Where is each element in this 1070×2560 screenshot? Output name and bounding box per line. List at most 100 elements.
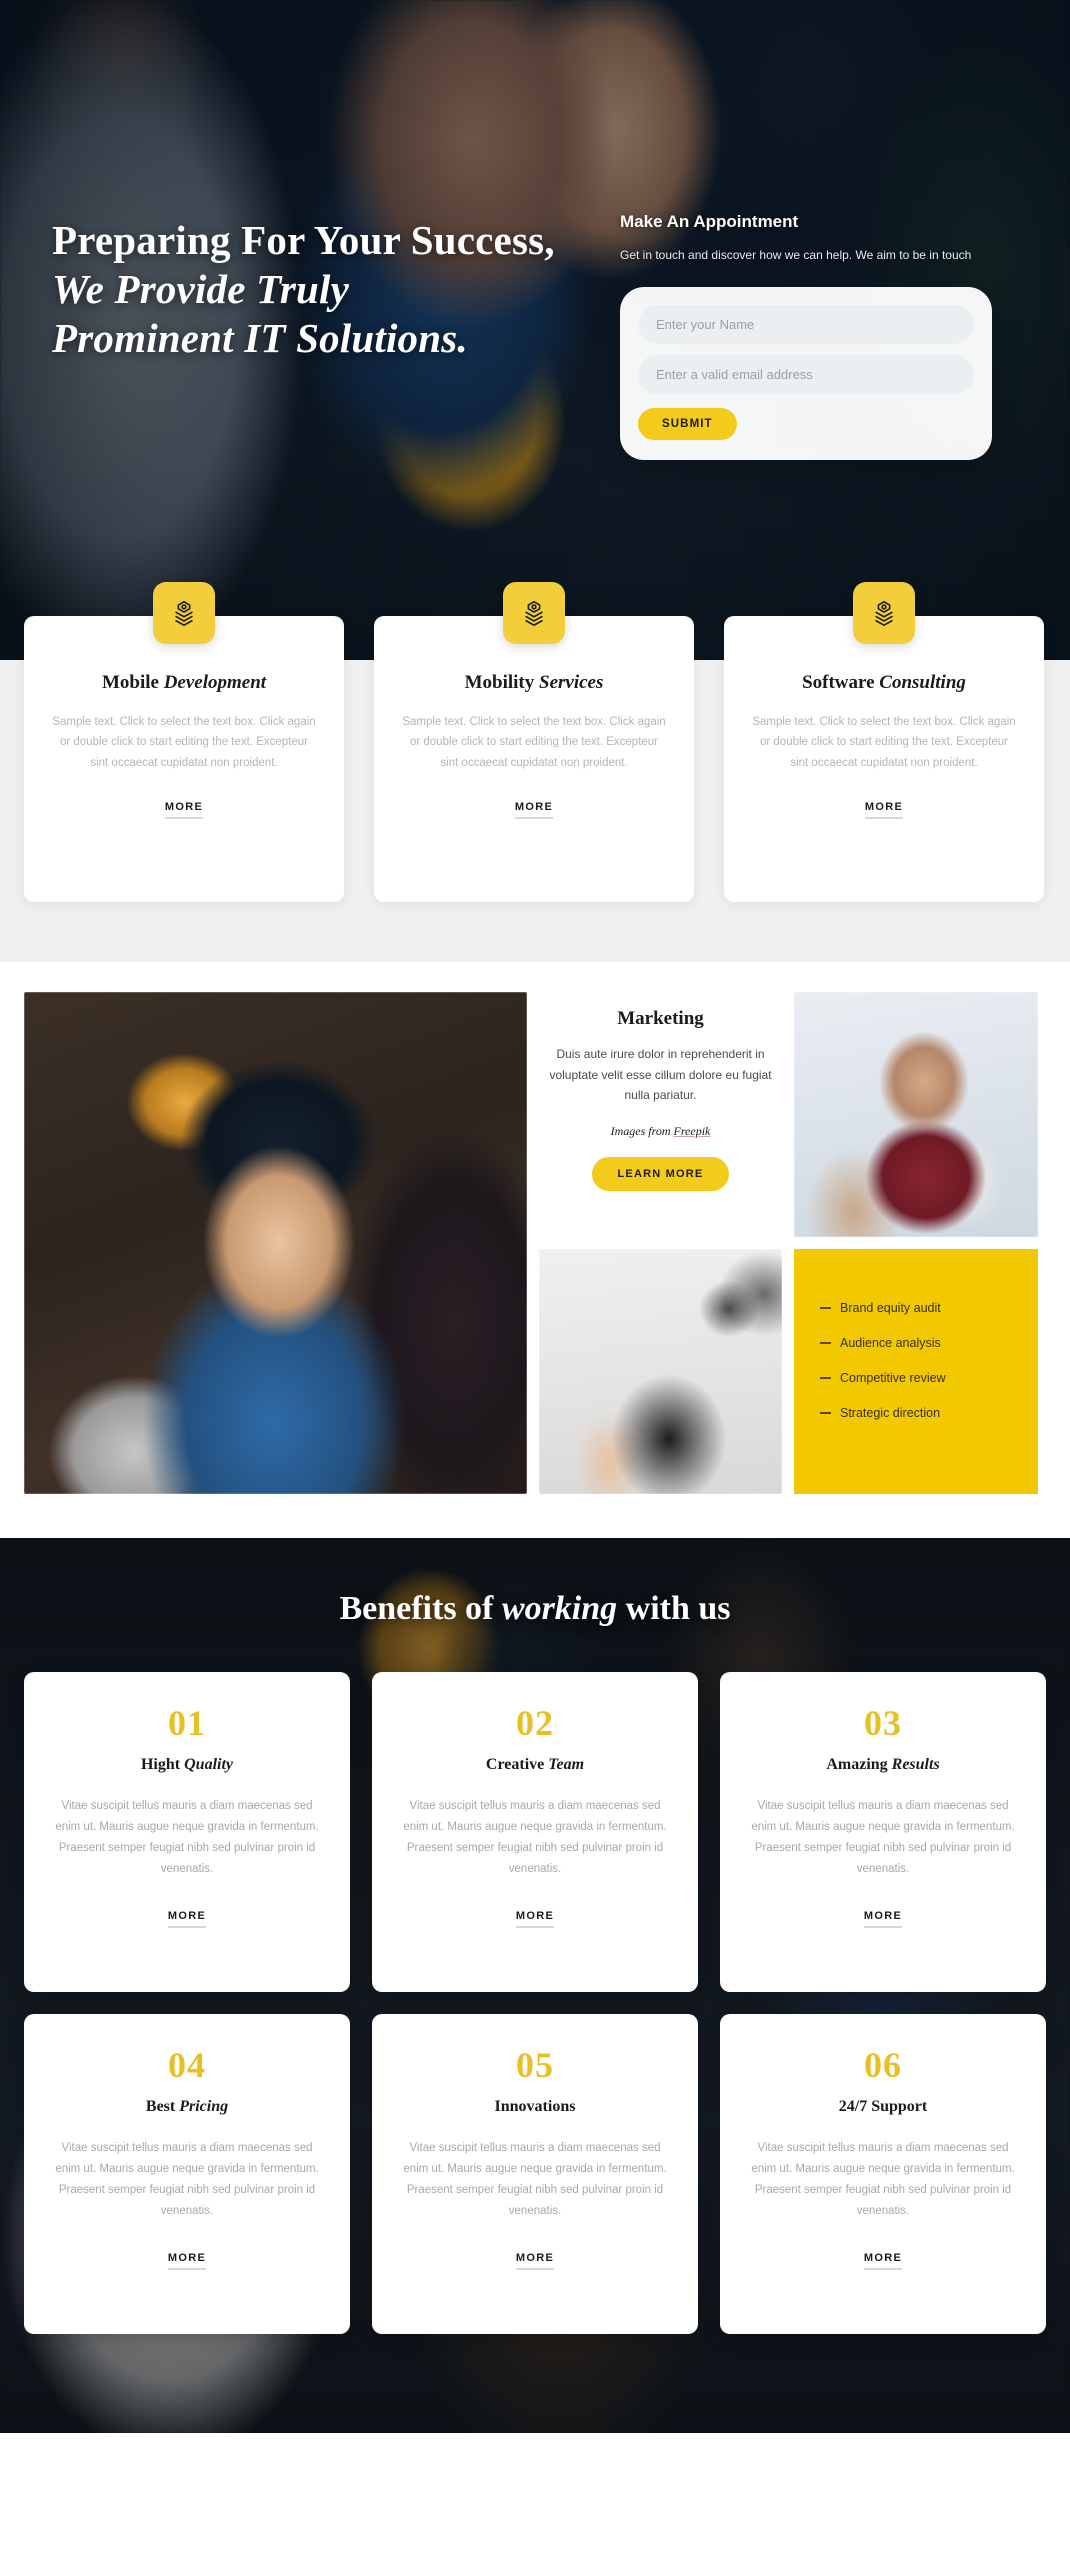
service-more-link[interactable]: MORE — [864, 801, 904, 820]
marketing-section: Marketing Duis aute irure dolor in repre… — [0, 962, 1070, 1538]
layers-stack-icon — [853, 582, 915, 644]
service-card[interactable]: Software Consulting Sample text. Click t… — [724, 582, 1044, 902]
service-title: Mobile Development — [50, 672, 318, 694]
landing-page: Preparing For Your Success, We Provide T… — [0, 0, 1070, 2560]
benefit-more-link[interactable]: MORE — [167, 1910, 207, 1928]
list-item: Audience analysis — [820, 1336, 1038, 1350]
marketing-desk-image — [539, 1249, 782, 1494]
benefit-title-bold: Hight — [140, 1756, 181, 1773]
benefits-heading: Benefits of working with us — [24, 1590, 1046, 1628]
dash-icon — [820, 1342, 831, 1344]
hero-title-line-2: Success, — [410, 217, 555, 263]
benefit-card[interactable]: 05 Innovations Vitae suscipit tellus mau… — [372, 2014, 698, 2334]
marketing-title: Marketing — [617, 1008, 704, 1029]
layers-stack-icon — [153, 582, 215, 644]
service-description: Sample text. Click to select the text bo… — [402, 716, 666, 769]
list-item: Brand equity audit — [820, 1301, 1038, 1315]
benefit-card[interactable]: 03 Amazing Results Vitae suscipit tellus… — [720, 1672, 1046, 1992]
benefit-description: Vitae suscipit tellus mauris a diam maec… — [751, 2142, 1015, 2217]
service-card[interactable]: Mobile Development Sample text. Click to… — [24, 582, 344, 902]
benefit-more-link[interactable]: MORE — [167, 2252, 207, 2270]
service-more-link[interactable]: MORE — [514, 801, 554, 820]
benefit-number: 02 — [516, 1703, 554, 1743]
list-item-label: Competitive review — [840, 1371, 946, 1385]
benefit-title-bold: Creative — [485, 1756, 545, 1773]
list-item: Competitive review — [820, 1371, 1038, 1385]
benefit-title-bold: Amazing — [826, 1756, 888, 1773]
benefit-number: 05 — [516, 2045, 554, 2085]
submit-button[interactable]: SUBMIT — [638, 407, 737, 440]
benefit-number: 06 — [864, 2045, 902, 2085]
marketing-description: Duis aute irure dolor in reprehenderit i… — [549, 1047, 772, 1103]
appointment-heading: Make An Appointment — [620, 212, 799, 231]
benefit-number: 03 — [864, 1703, 902, 1743]
freepik-link[interactable]: Freepik — [674, 1124, 711, 1138]
hero-section: Preparing For Your Success, We Provide T… — [0, 0, 1070, 660]
services-card-grid: Mobile Development Sample text. Click to… — [24, 582, 1046, 902]
benefit-title-italic: Quality — [184, 1756, 233, 1773]
benefit-description: Vitae suscipit tellus mauris a diam maec… — [403, 1800, 667, 1875]
hero-title-line-3: We Provide Truly — [52, 266, 349, 313]
appointment-form: SUBMIT — [620, 286, 992, 460]
benefits-section: Benefits of working with us 01 Hight Qua… — [0, 1538, 1070, 2433]
service-title-italic: Services — [539, 672, 604, 693]
benefits-heading-italic: working — [501, 1590, 618, 1627]
benefit-more-link[interactable]: MORE — [863, 1910, 903, 1928]
benefit-more-link[interactable]: MORE — [515, 2252, 555, 2270]
benefit-title: Best Pricing — [52, 2098, 322, 2116]
benefit-title-italic: Pricing — [179, 2098, 229, 2115]
page-title: Preparing For Your Success, We Provide T… — [52, 216, 620, 364]
layers-stack-icon — [503, 582, 565, 644]
benefit-title: Amazing Results — [748, 1756, 1018, 1774]
list-item-label: Strategic direction — [840, 1406, 941, 1420]
benefit-description: Vitae suscipit tellus mauris a diam maec… — [751, 1800, 1015, 1875]
benefit-card[interactable]: 04 Best Pricing Vitae suscipit tellus ma… — [24, 2014, 350, 2334]
image-credit: Images from Freepik — [545, 1124, 776, 1139]
service-title: Mobility Services — [400, 672, 668, 694]
service-title-bold: Mobility — [464, 672, 535, 693]
benefit-title-italic: Team — [548, 1756, 585, 1773]
hero-title-line-1: Preparing For Your — [52, 217, 401, 263]
benefit-more-link[interactable]: MORE — [863, 2252, 903, 2270]
list-item-label: Brand equity audit — [840, 1301, 941, 1315]
benefits-heading-part1: Benefits of — [339, 1590, 502, 1627]
benefit-title: 24/7 Support — [748, 2098, 1018, 2116]
list-item: Strategic direction — [820, 1406, 1038, 1420]
benefit-title: Hight Quality — [52, 1756, 322, 1774]
hero-title-line-4: Prominent IT Solutions. — [52, 315, 468, 362]
marketing-handshake-image — [794, 992, 1038, 1237]
benefit-card[interactable]: 01 Hight Quality Vitae suscipit tellus m… — [24, 1672, 350, 1992]
credit-prefix: Images from — [610, 1123, 674, 1138]
benefit-number: 01 — [168, 1703, 206, 1743]
benefit-number: 04 — [168, 2045, 206, 2085]
benefit-title-bold: Innovations — [494, 2098, 576, 2115]
service-description: Sample text. Click to select the text bo… — [752, 716, 1016, 769]
service-title-bold: Mobile — [101, 672, 159, 693]
dash-icon — [820, 1307, 831, 1309]
hero-copy: Preparing For Your Success, We Provide T… — [0, 0, 620, 364]
benefit-card[interactable]: 06 24/7 Support Vitae suscipit tellus ma… — [720, 2014, 1046, 2334]
benefit-title: Creative Team — [400, 1756, 670, 1774]
benefits-heading-part2: with us — [617, 1590, 731, 1627]
benefit-title: Innovations — [400, 2098, 670, 2116]
appointment-subtext: Get in touch and discover how we can hel… — [620, 248, 972, 262]
benefit-title-italic: Results — [891, 1756, 940, 1773]
service-description: Sample text. Click to select the text bo… — [52, 716, 316, 769]
appointment-panel: Make An Appointment Get in touch and dis… — [620, 0, 1040, 460]
services-section: Mobile Development Sample text. Click to… — [0, 582, 1070, 962]
benefit-more-link[interactable]: MORE — [515, 1910, 555, 1928]
email-input[interactable] — [638, 354, 974, 394]
service-more-link[interactable]: MORE — [164, 801, 204, 820]
service-title-italic: Development — [163, 672, 267, 693]
name-input[interactable] — [638, 304, 974, 344]
service-title: Software Consulting — [750, 672, 1018, 694]
benefit-description: Vitae suscipit tellus mauris a diam maec… — [55, 2142, 319, 2217]
marketing-team-image — [24, 992, 527, 1494]
service-card[interactable]: Mobility Services Sample text. Click to … — [374, 582, 694, 902]
marketing-feature-list: Brand equity audit Audience analysis Com… — [794, 1249, 1038, 1494]
list-item-label: Audience analysis — [840, 1336, 941, 1350]
dash-icon — [820, 1377, 831, 1379]
learn-more-button[interactable]: LEARN MORE — [591, 1156, 730, 1191]
marketing-copy: Marketing Duis aute irure dolor in repre… — [539, 992, 782, 1237]
benefit-card[interactable]: 02 Creative Team Vitae suscipit tellus m… — [372, 1672, 698, 1992]
